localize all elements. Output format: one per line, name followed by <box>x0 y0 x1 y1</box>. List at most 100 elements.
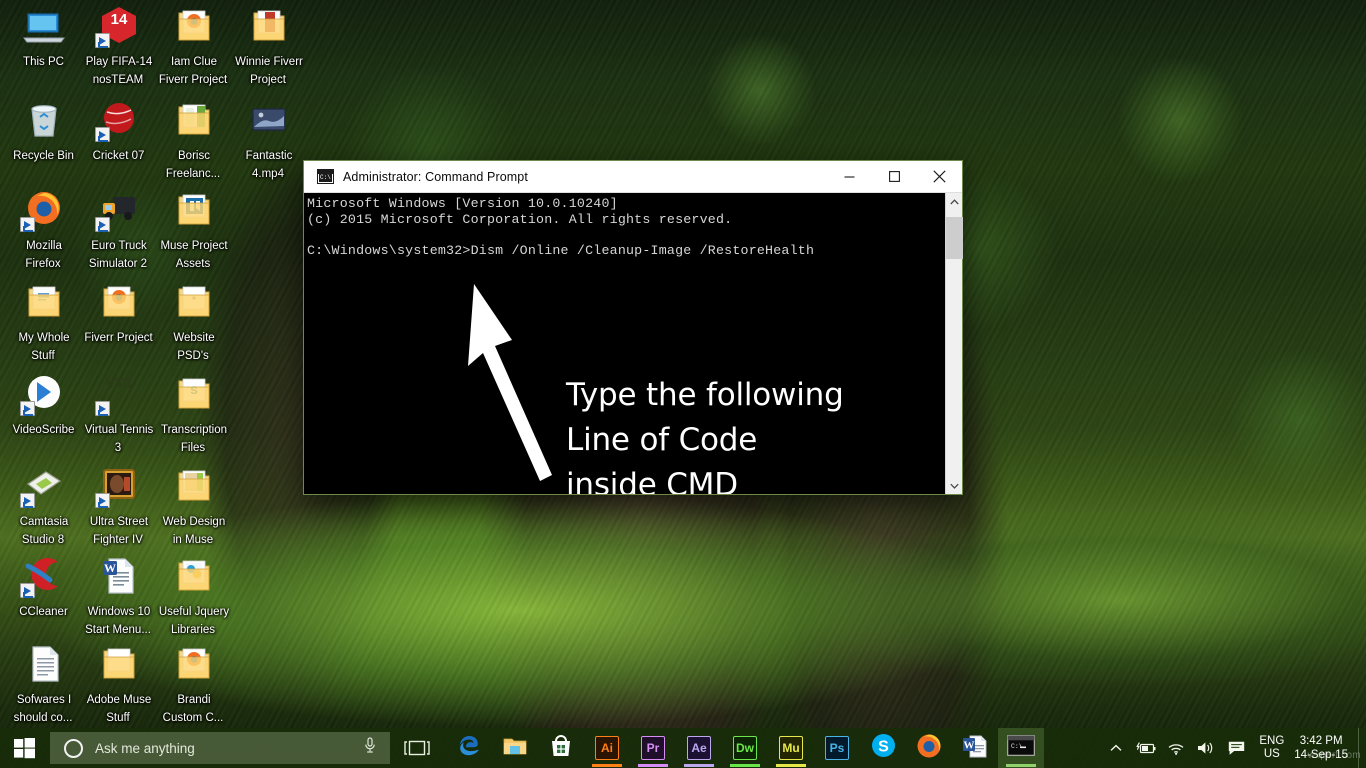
desktop-icon-cricket-07[interactable]: Cricket 07 <box>81 96 156 164</box>
search-input[interactable]: Ask me anything <box>50 732 390 764</box>
speaker-icon[interactable] <box>1194 728 1218 768</box>
language-indicator[interactable]: ENG US <box>1259 735 1284 761</box>
desktop-icon-adobe-muse-stuff[interactable]: Adobe Muse Stuff <box>81 640 156 726</box>
taskbar-item-adobe-dreamweaver[interactable]: Dw <box>722 728 768 768</box>
desktop-icon-play-fifa-14-nosteam[interactable]: 14Play FIFA-14 nosTEAM <box>81 2 156 88</box>
desktop-background[interactable]: This PC 14Play FIFA-14 nosTEAMIam Clue Fi… <box>0 0 1366 768</box>
scroll-down-button[interactable] <box>946 477 962 494</box>
folder-jquery-icon <box>170 552 218 600</box>
desktop-icon-website-psd-s[interactable]: Website PSD's <box>156 278 231 364</box>
action-center-icon[interactable] <box>1224 728 1248 768</box>
desktop-icon-muse-project-assets[interactable]: Muse Project Assets <box>156 186 231 272</box>
desktop-icon-windows-10-start-menu[interactable]: WWindows 10 Start Menu... <box>81 552 156 638</box>
svg-text:W: W <box>104 561 116 575</box>
task-view-button[interactable] <box>394 728 440 768</box>
taskbar-item-adobe-photoshop[interactable]: Ps <box>814 728 860 768</box>
close-button[interactable] <box>917 161 962 192</box>
desktop-icon-label: Muse Project Assets <box>159 240 227 270</box>
premiere-icon: Pr <box>641 736 665 760</box>
tray-overflow-button[interactable] <box>1104 728 1128 768</box>
muse-icon: Mu <box>779 736 803 760</box>
desktop-icon-sofwares-i-should-co[interactable]: Sofwares I should co... <box>6 640 81 726</box>
microphone-icon[interactable] <box>364 737 376 759</box>
taskbar[interactable]: Ask me anything Ai Pr AeDw Mu Ps S WC:\ <box>0 728 1366 768</box>
videoscribe-icon <box>20 370 68 418</box>
system-tray: ENG US 3:42 PM 14-Sep-15 wxpert.com <box>1101 728 1366 768</box>
desktop-icon-label: Cricket 07 <box>92 150 146 162</box>
desktop-icon-useful-jquery-libraries[interactable]: Useful Jquery Libraries <box>156 552 231 638</box>
desktop-icon-label: Virtual Tennis 3 <box>84 424 154 454</box>
taskbar-item-microsoft-word[interactable]: W <box>952 728 998 768</box>
camtasia-icon <box>20 462 68 510</box>
battery-charging-icon[interactable] <box>1134 728 1158 768</box>
clock-and-date[interactable]: 3:42 PM 14-Sep-15 wxpert.com <box>1294 734 1348 762</box>
desktop-icon-label: Transcription Files <box>160 424 227 454</box>
video-file-icon <box>245 96 293 144</box>
desktop-icon-ultra-street-fighter-iv[interactable]: Ultra Street Fighter IV <box>81 462 156 548</box>
task-view-icon <box>404 740 430 756</box>
folder-plain-icon <box>170 278 218 326</box>
folder-red-icon <box>245 2 293 50</box>
wifi-icon[interactable] <box>1164 728 1188 768</box>
taskbar-item-store[interactable] <box>538 728 584 768</box>
desktop-icon-label: CCleaner <box>18 606 69 618</box>
console-scrollbar[interactable] <box>945 193 962 494</box>
desktop-icon-this-pc[interactable]: This PC <box>6 2 81 70</box>
taskbar-item-adobe-muse[interactable]: Mu <box>768 728 814 768</box>
folder-firefox2-icon <box>170 640 218 688</box>
desktop-icon-borisc-freelanc[interactable]: Borisc Freelanc... <box>156 96 231 182</box>
annotation-line-2: Line of Code <box>566 418 945 463</box>
skype-icon: S <box>871 733 896 763</box>
start-button[interactable] <box>0 728 48 768</box>
desktop-icon-euro-truck-simulator-2[interactable]: Euro Truck Simulator 2 <box>81 186 156 272</box>
desktop-icon-label: Fantastic 4.mp4 <box>245 150 293 180</box>
desktop-icon-my-whole-stuff[interactable]: My Whole Stuff <box>6 278 81 364</box>
virtual-tennis-icon: VT3 <box>95 370 143 418</box>
minimize-button[interactable] <box>827 161 872 192</box>
recycle-bin-icon <box>20 96 68 144</box>
shortcut-overlay-icon <box>20 583 35 598</box>
maximize-button[interactable] <box>872 161 917 192</box>
desktop-icon-ccleaner[interactable]: CCleaner <box>6 552 81 620</box>
taskbar-active-underline <box>776 764 806 767</box>
folder-firefox-icon <box>95 278 143 326</box>
desktop-icon-label: VideoScribe <box>12 424 76 436</box>
command-prompt-window[interactable]: Administrator: Command Prompt Mi <box>303 160 963 495</box>
show-desktop-button[interactable] <box>1358 728 1366 768</box>
desktop-icon-fiverr-project[interactable]: Fiverr Project <box>81 278 156 346</box>
desktop-icon-camtasia-studio-8[interactable]: Camtasia Studio 8 <box>6 462 81 548</box>
desktop-icon-label: Play FIFA-14 nosTEAM <box>85 56 152 86</box>
taskbar-item-adobe-after-effects[interactable]: Ae <box>676 728 722 768</box>
desktop-icon-fantastic-4-mp4[interactable]: Fantastic 4.mp4 <box>231 96 306 182</box>
edge-icon <box>456 733 482 764</box>
firefox-icon <box>916 733 942 764</box>
console-output-area[interactable]: Microsoft Windows [Version 10.0.10240] (… <box>304 193 945 494</box>
desktop-icon-videoscribe[interactable]: VideoScribe <box>6 370 81 438</box>
scroll-up-button[interactable] <box>946 193 962 210</box>
window-title: Administrator: Command Prompt <box>343 170 827 184</box>
desktop-icon-brandi-custom-c[interactable]: Brandi Custom C... <box>156 640 231 726</box>
desktop-icon-transcription-files[interactable]: STranscription Files <box>156 370 231 456</box>
desktop-icon-recycle-bin[interactable]: Recycle Bin <box>6 96 81 164</box>
command-prompt-titlebar[interactable]: Administrator: Command Prompt <box>304 161 962 193</box>
taskbar-item-microsoft-edge[interactable] <box>446 728 492 768</box>
taskbar-item-adobe-illustrator[interactable]: Ai <box>584 728 630 768</box>
taskbar-item-administrator-command-prompt[interactable]: C:\ <box>998 728 1044 768</box>
text-file-icon <box>20 640 68 688</box>
shortcut-overlay-icon <box>95 217 110 232</box>
taskbar-item-file-explorer[interactable] <box>492 728 538 768</box>
desktop-icon-virtual-tennis-3[interactable]: VT3 Virtual Tennis 3 <box>81 370 156 456</box>
desktop-icon-winnie-fiverr-project[interactable]: Winnie Fiverr Project <box>231 2 306 88</box>
desktop-icon-iam-clue-fiverr-project[interactable]: Iam Clue Fiverr Project <box>156 2 231 88</box>
taskbar-item-skype[interactable]: S <box>860 728 906 768</box>
street-fighter-icon <box>95 462 143 510</box>
desktop-icon-web-design-in-muse[interactable]: Web Design in Muse <box>156 462 231 548</box>
taskbar-active-underline <box>638 764 668 767</box>
taskbar-item-adobe-premiere-pro[interactable]: Pr <box>630 728 676 768</box>
scrollbar-thumb[interactable] <box>946 217 963 259</box>
taskbar-item-mozilla-firefox[interactable] <box>906 728 952 768</box>
desktop-icon-label: Camtasia Studio 8 <box>19 516 69 546</box>
file-explorer-icon <box>502 733 528 764</box>
desktop-icon-mozilla-firefox[interactable]: Mozilla Firefox <box>6 186 81 272</box>
desktop-icon-label: This PC <box>22 56 65 68</box>
